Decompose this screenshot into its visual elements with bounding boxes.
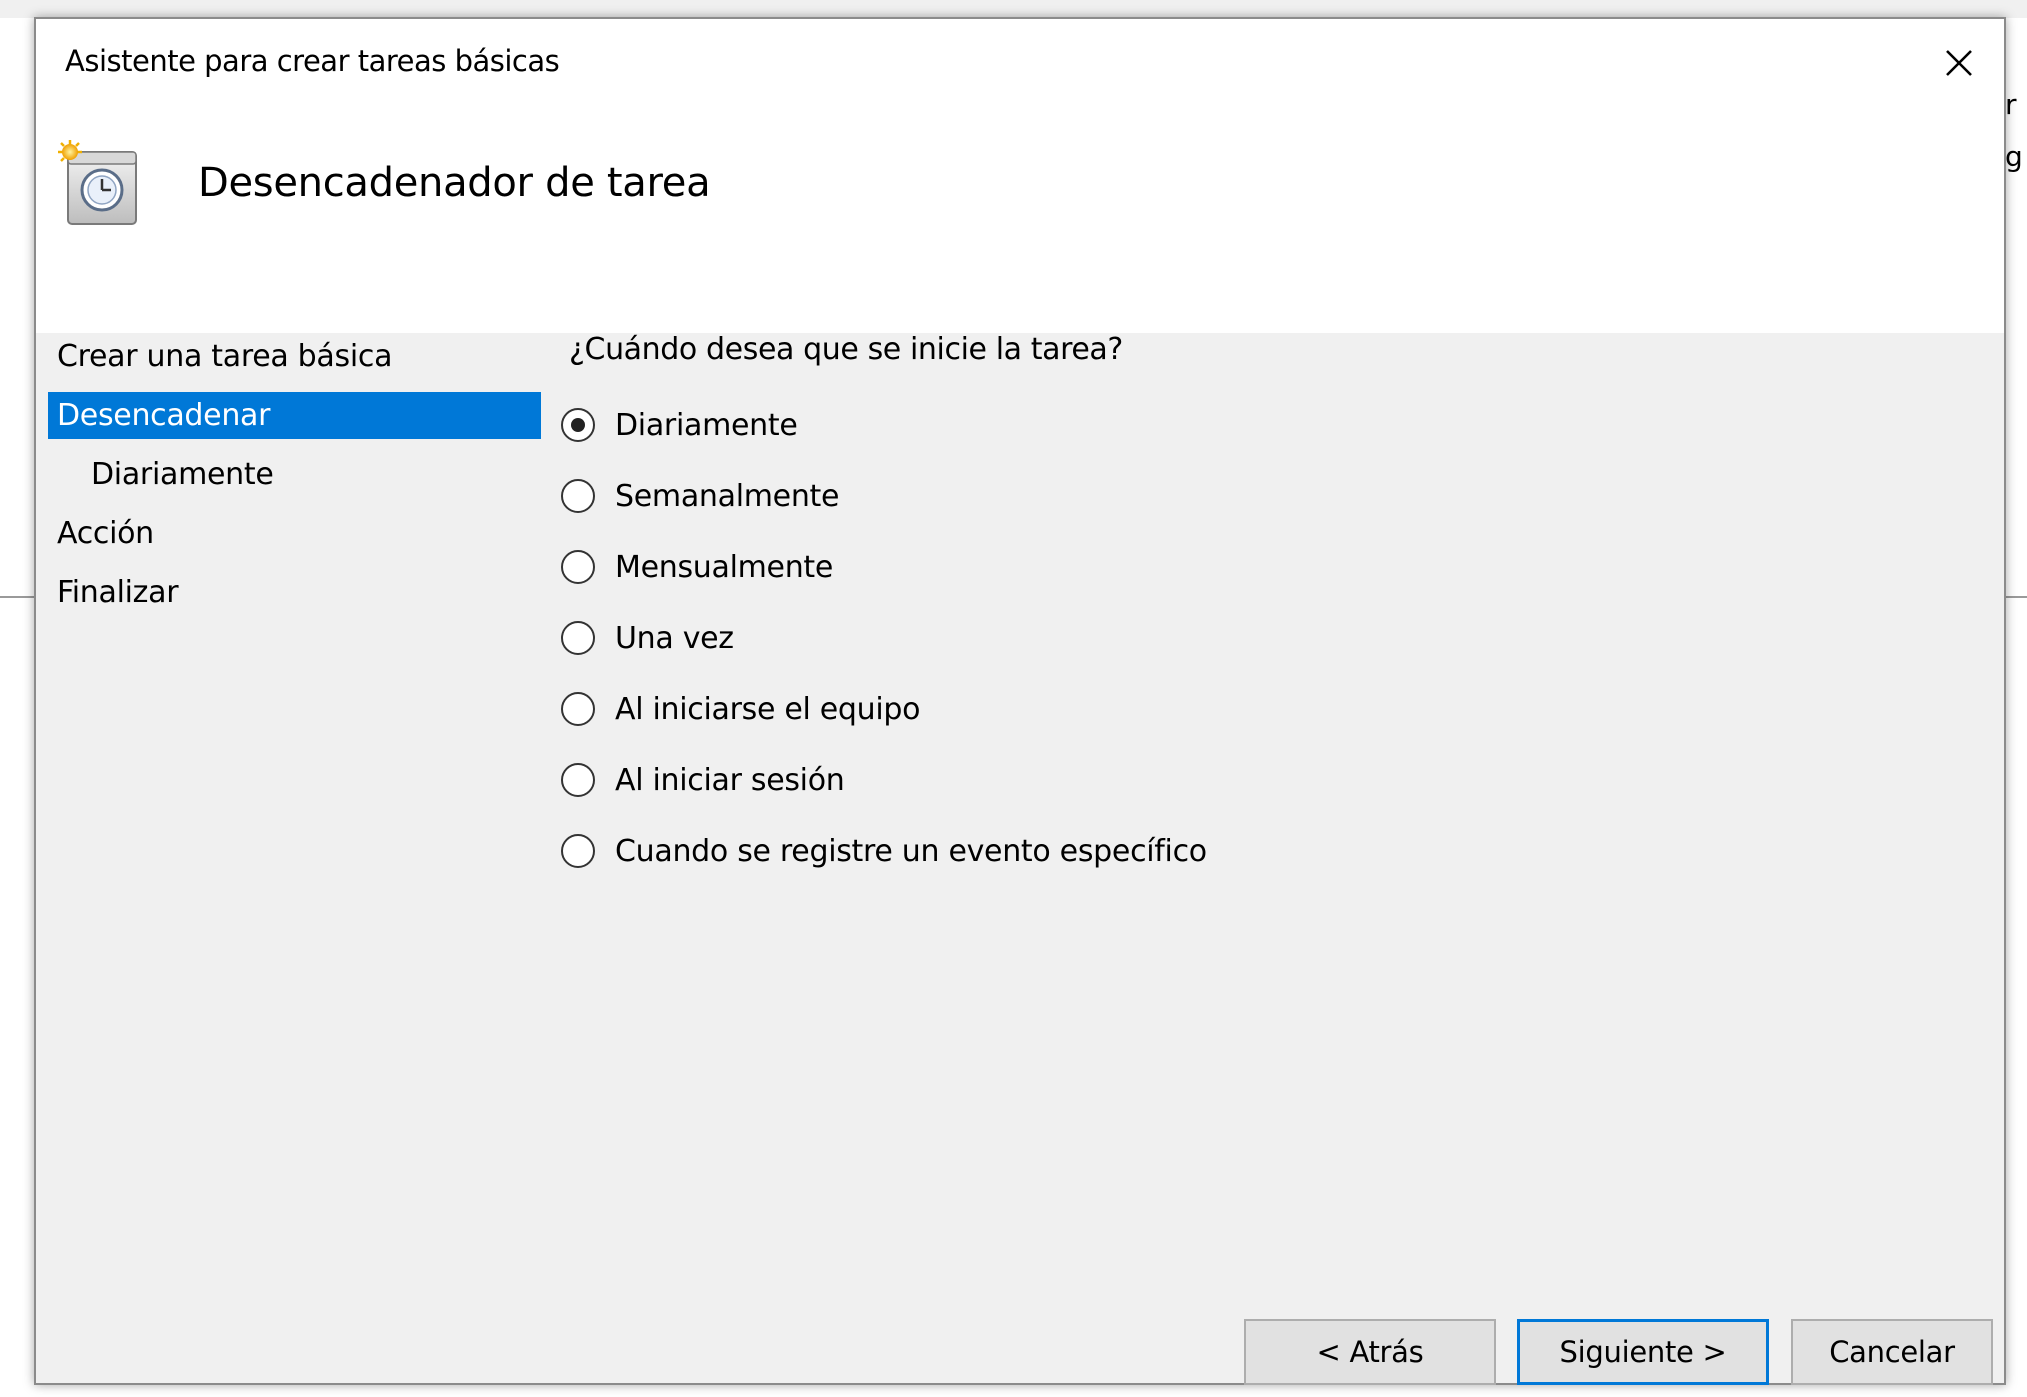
- step-label: Acción: [57, 516, 154, 551]
- page-title: Desencadenador de tarea: [198, 160, 711, 206]
- wizard-dialog: Asistente para crear tareas básicas Dese…: [34, 17, 2006, 1385]
- radio-al-iniciarse-equipo[interactable]: Al iniciarse el equipo: [561, 686, 921, 732]
- radio-label[interactable]: Cuando se registre un evento específico: [615, 834, 1207, 869]
- step-label: Finalizar: [57, 575, 179, 610]
- step-label: Diariamente: [91, 457, 274, 492]
- radio-button[interactable]: [561, 479, 595, 513]
- step-accion: Acción: [48, 510, 541, 557]
- background-text: g: [2005, 140, 2023, 173]
- radio-semanalmente[interactable]: Semanalmente: [561, 473, 839, 519]
- background-toolbar: [0, 0, 2027, 18]
- radio-button[interactable]: [561, 834, 595, 868]
- close-icon: [1946, 50, 1972, 76]
- cancel-button[interactable]: Cancelar: [1791, 1319, 1993, 1385]
- step-label: Crear una tarea básica: [57, 339, 393, 374]
- back-button[interactable]: < Atrás: [1244, 1319, 1496, 1385]
- radio-label[interactable]: Mensualmente: [615, 550, 833, 585]
- radio-una-vez[interactable]: Una vez: [561, 615, 734, 661]
- title-bar: Asistente para crear tareas básicas: [36, 19, 2004, 107]
- radio-button[interactable]: [561, 550, 595, 584]
- next-button[interactable]: Siguiente >: [1517, 1319, 1769, 1385]
- radio-label[interactable]: Diariamente: [615, 408, 798, 443]
- radio-diariamente[interactable]: Diariamente: [561, 402, 798, 448]
- radio-label[interactable]: Una vez: [615, 621, 734, 656]
- radio-al-iniciar-sesion[interactable]: Al iniciar sesión: [561, 757, 845, 803]
- radio-mensualmente[interactable]: Mensualmente: [561, 544, 833, 590]
- radio-label[interactable]: Semanalmente: [615, 479, 839, 514]
- calendar-clock-icon: [58, 140, 137, 225]
- radio-label[interactable]: Al iniciarse el equipo: [615, 692, 921, 727]
- radio-label[interactable]: Al iniciar sesión: [615, 763, 845, 798]
- wizard-header: Desencadenador de tarea: [36, 107, 2004, 333]
- radio-button[interactable]: [561, 621, 595, 655]
- radio-evento-especifico[interactable]: Cuando se registre un evento específico: [561, 828, 1207, 874]
- step-finalizar: Finalizar: [48, 569, 541, 616]
- radio-button[interactable]: [561, 692, 595, 726]
- step-crear-tarea: Crear una tarea básica: [48, 333, 541, 380]
- window-title: Asistente para crear tareas básicas: [65, 44, 560, 78]
- step-diariamente: Diariamente: [48, 451, 541, 498]
- trigger-question: ¿Cuándo desea que se inicie la tarea?: [569, 332, 1123, 367]
- background-text: r: [2005, 88, 2017, 121]
- radio-button[interactable]: [561, 763, 595, 797]
- step-desencadenar: Desencadenar: [48, 392, 541, 439]
- step-label: Desencadenar: [57, 398, 271, 433]
- radio-button-checked[interactable]: [561, 408, 595, 442]
- close-button[interactable]: [1914, 19, 2004, 107]
- wizard-steps: Crear una tarea básica Desencadenar Diar…: [36, 333, 544, 733]
